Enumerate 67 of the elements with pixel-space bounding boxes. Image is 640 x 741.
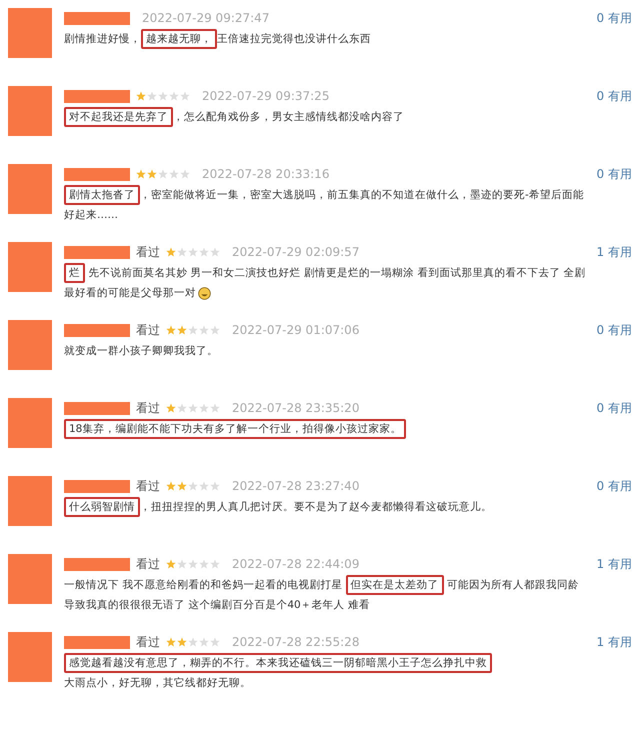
filled-star-icon [136,91,146,101]
comment-text: 大雨点小，好无聊，其它线都好无聊。 [64,676,251,691]
watched-label: 看过 [136,400,160,416]
comment-date: 2022-07-29 01:07:06 [232,323,360,337]
avatar [8,164,52,214]
avatar [8,554,52,604]
avatar [8,320,52,370]
comment-text: 就变成一群小孩子卿卿我我了。 [64,344,218,359]
useful-vote-link[interactable]: 0 有用 [596,88,632,104]
useful-vote-link[interactable]: 0 有用 [596,400,632,416]
comment-text: 剧情太拖沓了 ，密室能做将近一集，密室大逃脱吗，前五集真的不知道在做什么，墨迹的要死-希望后面能 [64,187,584,204]
useful-vote-link[interactable]: 1 有用 [596,556,632,572]
filled-star-icon [177,325,187,335]
useful-vote-link[interactable]: 0 有用 [596,166,632,182]
comment-date: 2022-07-28 20:33:16 [202,167,330,181]
redaction-bar [64,402,130,414]
comment-text: 剧情推进好慢， 越来越无聊， 王倍速拉完觉得也没讲什么东西 [64,31,371,48]
comment-text: 烂 先不说前面莫名其妙 男一和女二演技也好烂 剧情更是烂的一塌糊涂 看到面试那里真的看不下去了 全剧 [64,265,586,282]
comment-text: 18集弃，编剧能不能下功夫有多了解一个行业，拍得像小孩过家家。 [64,421,406,438]
filled-star-icon [166,637,176,647]
redaction-bar [64,12,130,24]
avatar [8,242,52,292]
comment-text: 什么弱智剧情 ，扭扭捏捏的男人真几把讨厌。要不是为了赵今麦都懒得看这破玩意儿。 [64,499,492,516]
comment-date: 2022-07-28 23:35:20 [232,401,360,415]
redaction-bar [64,246,130,258]
comment-text: 最好看的可能是父母那一对 [64,286,196,301]
comment-text: 导致我真的很很很无语了 这个编剧百分百是个40＋老年人 难看 [64,598,370,613]
useful-vote-link[interactable]: 0 有用 [596,10,632,26]
comment-date: 2022-07-28 22:55:28 [232,635,360,649]
comment-date: 2022-07-29 09:27:47 [142,11,270,25]
filled-star-icon [166,325,176,335]
filled-star-icon [177,637,187,647]
avatar [8,476,52,526]
redaction-bar [64,168,130,180]
filled-star-icon [166,481,176,491]
comment-text: 好起来…… [64,208,118,223]
redaction-bar [64,558,130,570]
filled-star-icon [177,481,187,491]
comment-date: 2022-07-29 09:37:25 [202,89,330,103]
filled-star-icon [136,169,146,179]
redaction-bar [64,636,130,648]
watched-label: 看过 [136,556,160,572]
comment-date: 2022-07-29 02:09:57 [232,245,360,259]
filled-star-icon [166,403,176,413]
filled-star-icon [166,247,176,257]
watched-label: 看过 [136,478,160,494]
comment-text: 对不起我还是先弃了 ，怎么配角戏份多，男女主感情线都没啥内容了 [64,109,404,126]
redaction-bar [64,480,130,492]
redaction-bar [64,324,130,336]
useful-vote-link[interactable]: 1 有用 [596,634,632,650]
filled-star-icon [166,559,176,569]
avatar [8,86,52,136]
useful-vote-link[interactable]: 0 有用 [596,322,632,338]
watched-label: 看过 [136,322,160,338]
avatar [8,632,52,682]
comment-date: 2022-07-28 22:44:09 [232,557,360,571]
comment-text: 一般情况下 我不愿意给刚看的和爸妈一起看的电视剧打星 但实在是太差劲了 可能因为所有人都跟我同龄 [64,577,580,594]
watched-label: 看过 [136,244,160,260]
avatar [8,8,52,58]
filled-star-icon [147,169,157,179]
redaction-bar [64,90,130,102]
watched-label: 看过 [136,634,160,650]
useful-vote-link[interactable]: 0 有用 [596,478,632,494]
avatar [8,398,52,448]
comment-text: 感觉越看越没有意思了，糊弄的不行。本来我还磕钱三一阴郁暗黑小王子怎么挣扎中救 [64,655,492,672]
useful-vote-link[interactable]: 1 有用 [596,244,632,260]
comment-date: 2022-07-28 23:27:40 [232,479,360,493]
